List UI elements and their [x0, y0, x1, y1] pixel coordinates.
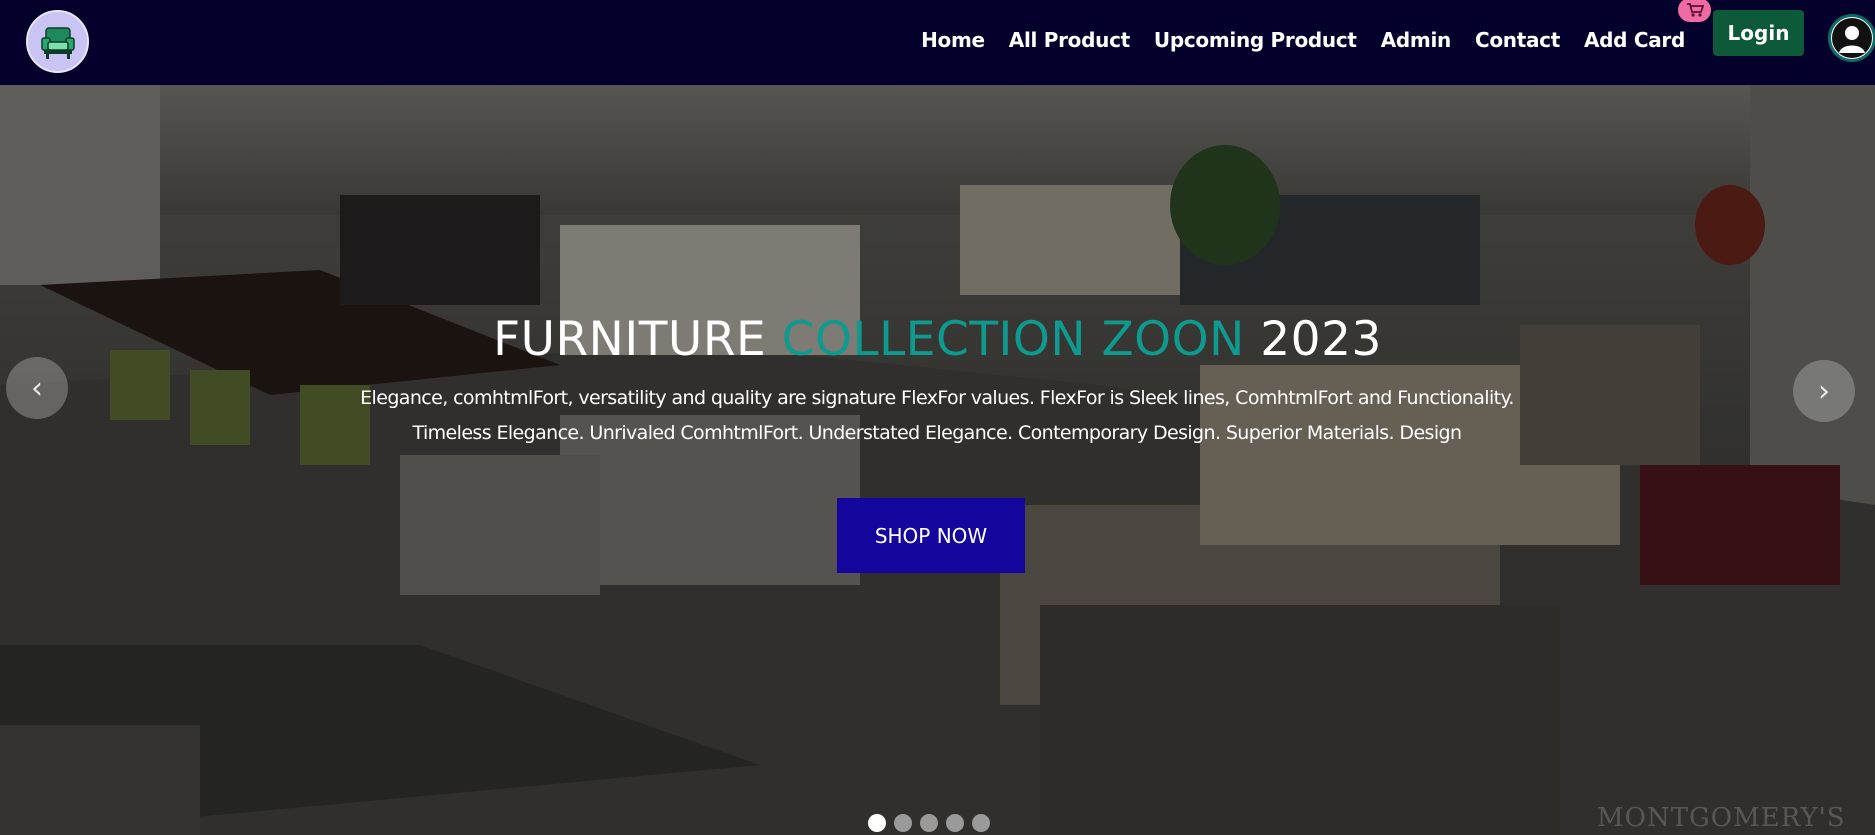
nav-admin[interactable]: Admin [1381, 28, 1452, 52]
login-button[interactable]: Login [1713, 10, 1804, 56]
nav-add-card[interactable]: Add Card [1583, 0, 1711, 52]
cart-icon[interactable] [1678, 0, 1711, 22]
carousel-dot-3[interactable] [920, 814, 938, 832]
nav-all-product[interactable]: All Product [1009, 28, 1130, 52]
hero-description: Elegance, comhtmlFort, versatility and q… [337, 381, 1537, 451]
user-avatar-icon[interactable] [1828, 14, 1875, 62]
chevron-left-icon[interactable]: ‹ [6, 357, 68, 419]
hero-title-accent: COLLECTION ZOON [781, 312, 1245, 367]
hero-title-part2: 2023 [1260, 312, 1382, 367]
image-watermark: MONTGOMERY'S [1597, 803, 1846, 833]
carousel-dot-2[interactable] [894, 814, 912, 832]
hero-carousel: FURNITURE COLLECTION ZOON 2023 Elegance,… [0, 85, 1875, 835]
carousel-dot-4[interactable] [946, 814, 964, 832]
nav-add-card-label: Add Card [1583, 28, 1685, 52]
carousel-dot-1[interactable] [868, 814, 886, 832]
shop-now-button[interactable]: SHOP NOW [837, 498, 1025, 573]
carousel-dot-5[interactable] [972, 814, 990, 832]
chevron-right-icon[interactable]: › [1793, 360, 1855, 422]
carousel-indicators [868, 814, 990, 832]
hero-title-part1: FURNITURE [493, 312, 767, 367]
hero-description-line1: Elegance, comhtmlFort, versatility and q… [360, 387, 1514, 409]
nav-upcoming-product[interactable]: Upcoming Product [1154, 28, 1357, 52]
navbar: Home All Product Upcoming Product Admin … [0, 0, 1875, 85]
hero-dark-overlay [0, 85, 1875, 835]
hero-title: FURNITURE COLLECTION ZOON 2023 [0, 312, 1875, 367]
armchair-logo-icon[interactable] [26, 10, 89, 73]
nav-contact[interactable]: Contact [1475, 28, 1560, 52]
hero-description-line2: Timeless Elegance. Unrivaled ComhtmlFort… [412, 422, 1462, 444]
main-nav: Home All Product Upcoming Product Admin … [921, 0, 1711, 58]
nav-home[interactable]: Home [921, 28, 985, 52]
